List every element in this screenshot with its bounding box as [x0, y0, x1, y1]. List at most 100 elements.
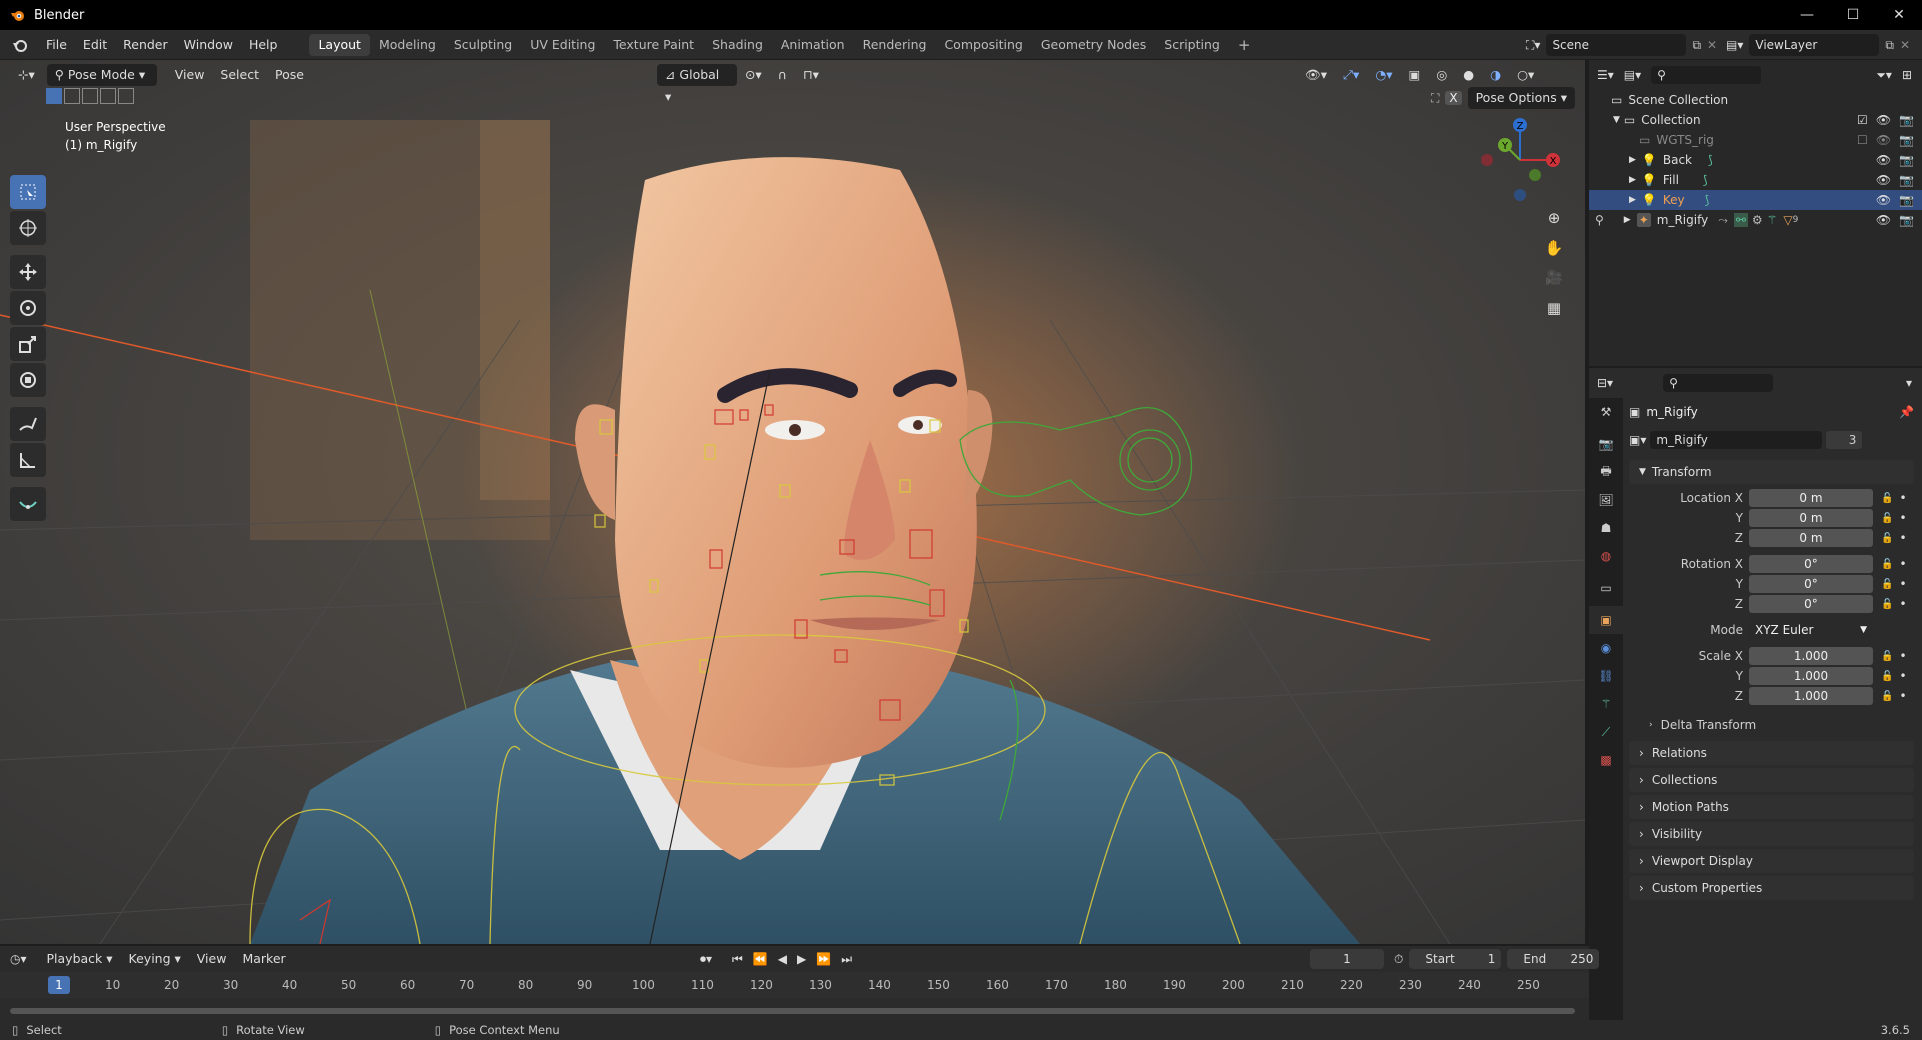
lock-icon[interactable]: 🔓 — [1881, 691, 1893, 702]
tab-texture-paint[interactable]: Texture Paint — [604, 34, 703, 56]
tab-collection[interactable]: ▭ — [1589, 574, 1623, 602]
new-scene-icon[interactable]: ⧉ — [1692, 38, 1701, 53]
navigation-gizmo[interactable]: Z X Y — [1475, 115, 1565, 205]
tab-layout[interactable]: Layout — [309, 33, 370, 56]
camera-icon[interactable]: 📷 — [1899, 153, 1914, 167]
scale-x-field[interactable]: 1.000 — [1749, 647, 1873, 665]
tab-output[interactable]: 🖶 — [1589, 458, 1623, 486]
rotate-tool[interactable] — [10, 291, 46, 325]
lock-icon[interactable]: 🔓 — [1881, 559, 1893, 570]
xmirror-x-button[interactable]: X — [1445, 91, 1462, 105]
lock-icon[interactable]: 🔓 — [1881, 579, 1893, 590]
display-mode-icon[interactable]: ▤▾ — [1624, 68, 1641, 82]
lock-icon[interactable]: 🔓 — [1881, 493, 1893, 504]
eye-icon[interactable]: 👁 — [1876, 213, 1891, 227]
outliner-scene-collection[interactable]: ▭ Scene Collection — [1589, 90, 1922, 110]
measure-tool[interactable] — [10, 443, 46, 477]
rotation-y-field[interactable]: 0° — [1749, 575, 1873, 593]
expand-arrow-icon[interactable]: ▶ — [1629, 155, 1636, 165]
snap-target-icon[interactable]: ⊓▾ — [795, 64, 827, 86]
camera-icon[interactable]: 📷 — [1899, 173, 1914, 187]
menu-edit[interactable]: Edit — [75, 34, 115, 56]
timeline-menu-playback[interactable]: Playback ▾ — [39, 948, 121, 970]
pose-options-button[interactable]: Pose Options ▾ — [1467, 87, 1575, 109]
panel-visibility[interactable]: › Visibility — [1629, 822, 1914, 846]
tab-texture[interactable]: ▩ — [1589, 746, 1623, 774]
lock-icon[interactable]: 🔓 — [1881, 513, 1893, 524]
menu-help[interactable]: Help — [241, 34, 286, 56]
keyframe-dot-icon[interactable]: • — [1899, 577, 1906, 591]
play-reverse-icon[interactable]: ◀ — [778, 952, 787, 966]
panel-motion-paths[interactable]: › Motion Paths — [1629, 795, 1914, 819]
keyframe-dot-icon[interactable]: • — [1899, 491, 1906, 505]
select-extend-icon[interactable] — [64, 88, 80, 104]
outliner-item-m-rigify[interactable]: ⚲ ▶ ✦ m_Rigify ⤳ ⚯ ⚙ ⚚ ▽ 9 👁 📷 — [1589, 210, 1922, 230]
shading-rendered-icon[interactable]: ○▾ — [1509, 64, 1542, 86]
move-tool[interactable] — [10, 255, 46, 289]
tab-constraints[interactable]: ⛓ — [1589, 662, 1623, 690]
rotation-z-field[interactable]: 0° — [1749, 595, 1873, 613]
camera-icon[interactable]: 📷 — [1899, 113, 1914, 127]
eye-icon[interactable]: 👁 — [1876, 133, 1891, 147]
keyframe-dot-icon[interactable]: • — [1899, 689, 1906, 703]
bone-tool[interactable] — [10, 487, 46, 521]
outliner-item-back[interactable]: ▶ 💡 Back ⟆ 👁 📷 — [1589, 150, 1922, 170]
select-subtract-icon[interactable] — [82, 88, 98, 104]
expand-arrow-icon[interactable]: ▶ — [1629, 195, 1636, 205]
tab-sculpting[interactable]: Sculpting — [445, 34, 521, 56]
jump-keyframe-back-icon[interactable]: ⏪ — [753, 952, 768, 966]
rotation-x-field[interactable]: 0° — [1749, 555, 1873, 573]
outliner-item-collection[interactable]: ▼ ▭ Collection ☑ 👁 📷 — [1589, 110, 1922, 130]
timeline-menu-marker[interactable]: Marker — [234, 948, 293, 970]
tab-render[interactable]: 📷 — [1589, 430, 1623, 458]
expand-arrow-icon[interactable]: ▶ — [1624, 215, 1631, 225]
panel-collections[interactable]: › Collections — [1629, 768, 1914, 792]
outliner-item-fill[interactable]: ▶ 💡 Fill ⟆ 👁 📷 — [1589, 170, 1922, 190]
view-layer-field[interactable]: ViewLayer — [1749, 34, 1880, 56]
keyframe-dot-icon[interactable]: • — [1899, 597, 1906, 611]
snap-icon[interactable]: ∩ — [770, 64, 795, 86]
tab-scripting[interactable]: Scripting — [1155, 34, 1229, 56]
add-workspace-button[interactable]: + — [1229, 34, 1260, 56]
scale-z-field[interactable]: 1.000 — [1749, 687, 1873, 705]
select-box-tool[interactable] — [10, 175, 46, 209]
keyframe-dot-icon[interactable]: • — [1899, 511, 1906, 525]
jump-start-icon[interactable]: ⏮ — [732, 952, 743, 967]
pose-mode-toggle-icon[interactable]: ⚲ — [1595, 213, 1604, 227]
xray-toggle-icon[interactable]: ▣ — [1401, 64, 1429, 86]
timeline-ruler[interactable]: 1 10 20 30 40 50 60 70 80 90 100 110 120… — [0, 972, 1589, 998]
jump-keyframe-forward-icon[interactable]: ⏩ — [816, 952, 831, 966]
scale-tool[interactable] — [10, 327, 46, 361]
eye-icon[interactable]: 👁 — [1876, 113, 1891, 127]
annotate-tool[interactable] — [10, 407, 46, 441]
pivot-point-icon[interactable]: ⊙▾ — [737, 64, 770, 86]
lock-icon[interactable]: 🔓 — [1881, 651, 1893, 662]
tab-object[interactable]: ▣ — [1589, 606, 1623, 634]
keyframe-dot-icon[interactable]: • — [1899, 649, 1906, 663]
tab-world[interactable]: ◍ — [1589, 542, 1623, 570]
end-frame-field[interactable]: End 250 — [1507, 949, 1600, 969]
lock-icon[interactable]: 🔓 — [1881, 599, 1893, 610]
start-frame-field[interactable]: Start 1 — [1409, 949, 1502, 969]
scene-field[interactable]: Scene — [1546, 34, 1687, 56]
rotation-mode-dropdown[interactable]: XYZ Euler ▼ — [1749, 621, 1873, 639]
pin-icon[interactable]: 📌 — [1899, 405, 1914, 419]
transform-orientation-selector[interactable]: ⊿ Global ▾ — [656, 64, 737, 104]
expand-arrow-icon[interactable]: ▼ — [1613, 115, 1620, 125]
record-icon[interactable]: ⏺▾ — [700, 952, 712, 967]
shading-material-icon[interactable]: ◑ — [1482, 64, 1509, 86]
new-view-layer-icon[interactable]: ⧉ — [1885, 38, 1894, 53]
viewport-menu-pose[interactable]: Pose — [267, 64, 312, 86]
tab-geometry-nodes[interactable]: Geometry Nodes — [1032, 34, 1155, 56]
tab-uv-editing[interactable]: UV Editing — [521, 34, 604, 56]
eye-icon[interactable]: 👁 — [1876, 173, 1891, 187]
checkbox-icon[interactable]: ☐ — [1857, 133, 1868, 147]
camera-icon[interactable]: 📷 — [1899, 133, 1914, 147]
location-y-field[interactable]: 0 m — [1749, 509, 1873, 527]
tab-shading[interactable]: Shading — [703, 34, 772, 56]
transform-panel-header[interactable]: ▼ Transform — [1629, 460, 1914, 484]
remove-scene-icon[interactable]: ✕ — [1707, 38, 1717, 52]
object-name-field[interactable]: m_Rigify — [1650, 431, 1823, 449]
select-new-icon[interactable] — [46, 88, 62, 104]
properties-search-field[interactable]: ⚲ — [1663, 374, 1774, 392]
